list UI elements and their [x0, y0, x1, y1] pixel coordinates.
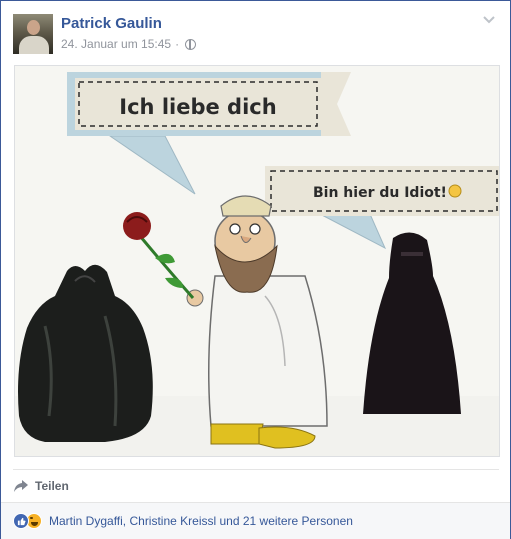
post-date[interactable]: 24. Januar um 15:45 — [61, 37, 171, 51]
bubble-right-text: Bin hier du Idiot! — [313, 185, 447, 201]
author-name[interactable]: Patrick Gaulin — [61, 15, 162, 32]
share-label: Teilen — [35, 479, 69, 493]
avatar[interactable] — [13, 14, 53, 54]
reactions-bar: Martin Dygaffi, Christine Kreissl und 21… — [1, 502, 510, 539]
globe-icon — [185, 38, 197, 50]
reaction-icons[interactable] — [13, 513, 42, 529]
bubble-left-text: Ich liebe dich — [119, 95, 276, 119]
like-icon — [13, 513, 29, 529]
reaction-summary[interactable]: Martin Dygaffi, Christine Kreissl und 21… — [49, 514, 353, 528]
chevron-down-icon[interactable] — [482, 13, 496, 27]
post-meta: 24. Januar um 15:45 · — [61, 37, 197, 51]
post-card: Patrick Gaulin 24. Januar um 15:45 · Ich… — [0, 0, 511, 539]
post-image[interactable]: Ich liebe dich Bin hier du Idiot! — [14, 65, 500, 457]
share-button[interactable]: Teilen — [13, 477, 69, 495]
share-arrow-icon — [14, 480, 28, 492]
meta-separator: · — [175, 37, 180, 51]
divider — [13, 469, 499, 470]
